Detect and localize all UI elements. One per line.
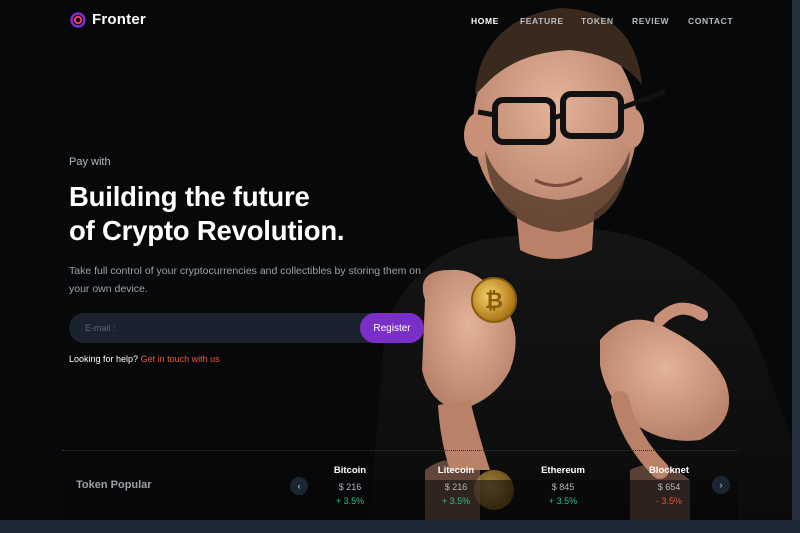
token-name: Litecoin	[437, 465, 475, 476]
token-card-ethereum[interactable]: Ethereum $ 845 + 3.5%	[528, 465, 598, 506]
token-card-blocknet[interactable]: Blocknet $ 654 - 3.5%	[634, 465, 704, 506]
landing-page: ₿ Fronter HOME FEATURE TOKEN REVIEW CONT…	[0, 0, 792, 520]
brand-logo[interactable]: Fronter	[70, 11, 146, 28]
hero-lead: Take full control of your cryptocurrenci…	[69, 265, 421, 295]
window-frame-right	[792, 0, 800, 533]
nav-home[interactable]: HOME	[471, 16, 499, 26]
token-card-bitcoin[interactable]: Bitcoin $ 216 + 3.5%	[315, 465, 385, 506]
headline-line-2: of Crypto Revolution.	[69, 215, 345, 246]
chevron-left-icon[interactable]: ‹	[290, 477, 308, 495]
help-line: Looking for help? Get in touch with us	[69, 354, 220, 364]
token-price: $ 845	[551, 482, 575, 492]
logo-icon	[70, 11, 86, 28]
nav-review[interactable]: REVIEW	[632, 16, 669, 26]
nav-token[interactable]: TOKEN	[581, 16, 614, 26]
help-text: Looking for help?	[69, 354, 139, 364]
token-section-title: Token Popular	[76, 479, 152, 491]
hero-eyebrow: Pay with	[69, 156, 111, 168]
token-price: $ 216	[444, 482, 468, 492]
token-change: + 3.5%	[548, 496, 578, 506]
hero-headline: Building the future of Crypto Revolution…	[69, 180, 345, 248]
token-name: Blocknet	[648, 465, 690, 476]
headline-line-1: Building the future	[69, 181, 310, 212]
section-divider	[62, 450, 738, 451]
brand-name: Fronter	[92, 11, 146, 28]
token-change: + 3.5%	[441, 496, 471, 506]
token-card-litecoin[interactable]: Litecoin $ 216 + 3.5%	[421, 465, 491, 506]
contact-link[interactable]: Get in touch with us	[141, 354, 220, 364]
email-input[interactable]	[85, 313, 355, 343]
nav-feature[interactable]: FEATURE	[520, 16, 564, 26]
token-price: $ 654	[657, 482, 681, 492]
hero-photo: ₿	[370, 8, 792, 520]
window-frame-bottom	[0, 520, 800, 533]
token-change: - 3.5%	[655, 496, 682, 506]
subscribe-form: Register	[69, 313, 424, 343]
token-name: Bitcoin	[333, 465, 367, 476]
token-change: + 3.5%	[335, 496, 365, 506]
svg-text:₿: ₿	[485, 289, 503, 314]
register-button[interactable]: Register	[360, 313, 424, 343]
nav-contact[interactable]: CONTACT	[688, 16, 733, 26]
chevron-right-icon[interactable]: ›	[712, 476, 730, 494]
token-name: Ethereum	[541, 465, 585, 476]
token-strip: Token Popular ‹ Bitcoin $ 216 + 3.5% Lit…	[0, 452, 792, 520]
token-price: $ 216	[338, 482, 362, 492]
